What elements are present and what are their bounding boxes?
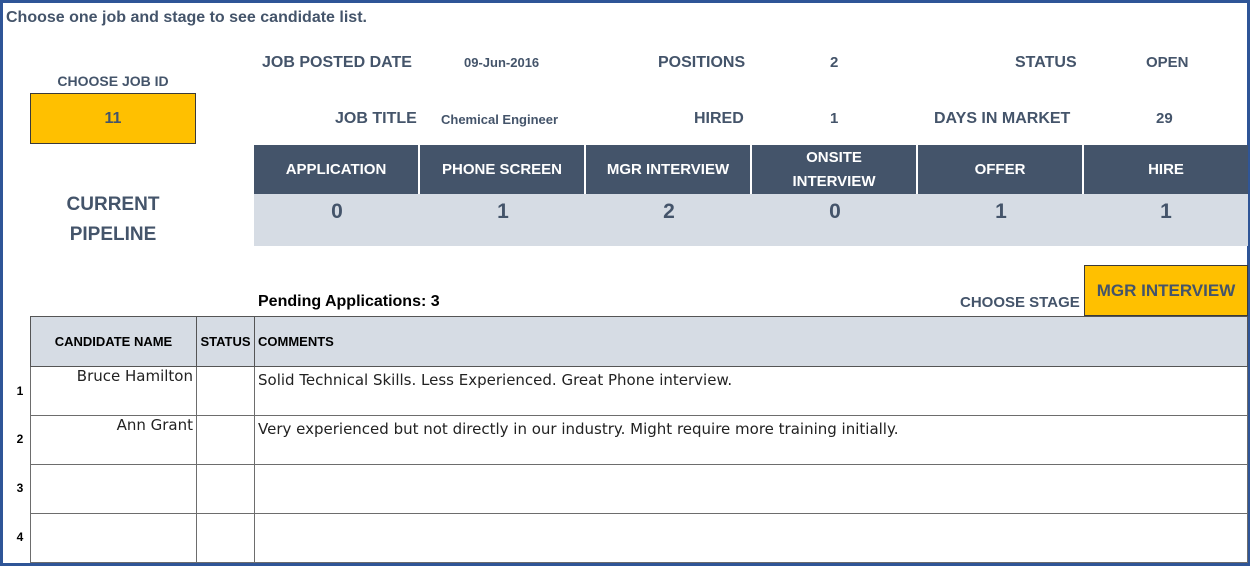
table-row	[30, 513, 1248, 563]
days-in-market-label: DAYS IN MARKET	[934, 110, 1071, 127]
choose-job-id-label: CHOOSE JOB ID	[57, 73, 169, 89]
row-number: 4	[16, 530, 24, 544]
pipeline-label-line2: PIPELINE	[69, 224, 157, 245]
table-row	[30, 464, 1248, 514]
job-id-dropdown[interactable]: 11	[30, 93, 196, 144]
row-number: 1	[16, 384, 24, 398]
candidate-status-cell[interactable]	[196, 366, 255, 416]
candidate-table: CANDIDATE NAME STATUS COMMENTS Bruce Ham…	[30, 316, 1248, 563]
stage-dropdown[interactable]: MGR INTERVIEW	[1084, 265, 1248, 316]
choose-stage-label: CHOOSE STAGE	[960, 294, 1080, 311]
job-posted-date-value: 09-Jun-2016	[464, 55, 540, 70]
candidate-comment-cell[interactable]	[254, 513, 1248, 563]
candidate-name-cell[interactable]	[30, 513, 197, 563]
stage-header-phone-screen: PHONE SCREEN	[420, 145, 584, 194]
stage-header-hire: HIRE	[1084, 145, 1248, 194]
job-title-label: JOB TITLE	[335, 110, 417, 127]
instruction-text: Choose one job and stage to see candidat…	[6, 9, 367, 26]
stage-count-offer: 1	[918, 194, 1084, 246]
job-posted-date-label: JOB POSTED DATE	[262, 54, 412, 71]
positions-value: 2	[830, 54, 839, 71]
current-pipeline-label: CURRENT PIPELINE	[30, 190, 196, 250]
candidate-comment-cell[interactable]	[254, 464, 1248, 514]
candidate-name-cell[interactable]: Bruce Hamilton	[30, 366, 197, 416]
job-title-value: Chemical Engineer	[441, 112, 559, 127]
column-header-status: STATUS	[196, 316, 255, 367]
stage-header-application: APPLICATION	[254, 145, 418, 194]
table-row: Bruce Hamilton Solid Technical Skills. L…	[30, 366, 1248, 416]
table-row: Ann Grant Very experienced but not direc…	[30, 415, 1248, 465]
hired-label: HIRED	[694, 110, 744, 127]
stage-header-onsite-interview: ONSITE INTERVIEW	[752, 145, 916, 194]
stage-count-phone-screen: 1	[420, 194, 586, 246]
pending-applications-label: Pending Applications: 3	[258, 293, 440, 310]
candidate-name-cell[interactable]	[30, 464, 197, 514]
candidate-status-cell[interactable]	[196, 513, 255, 563]
status-value: OPEN	[1146, 54, 1189, 71]
stage-count-application: 0	[254, 194, 420, 246]
row-number: 3	[16, 481, 24, 495]
column-header-comments: COMMENTS	[254, 316, 1248, 367]
stage-count-onsite-interview: 0	[752, 194, 918, 246]
column-header-candidate-name: CANDIDATE NAME	[30, 316, 197, 367]
pipeline-label-line1: CURRENT	[66, 194, 160, 215]
days-in-market-value: 29	[1156, 110, 1173, 127]
candidate-status-cell[interactable]	[196, 415, 255, 465]
candidate-table-header: CANDIDATE NAME STATUS COMMENTS	[30, 316, 1248, 367]
candidate-status-cell[interactable]	[196, 464, 255, 514]
stage-count-mgr-interview: 2	[586, 194, 752, 246]
stage-header-offer: OFFER	[918, 145, 1082, 194]
stage-count-hire: 1	[1084, 194, 1248, 246]
candidate-name-cell[interactable]: Ann Grant	[30, 415, 197, 465]
candidate-comment-cell[interactable]: Very experienced but not directly in our…	[254, 415, 1248, 465]
status-label: STATUS	[1015, 54, 1077, 71]
candidate-comment-cell[interactable]: Solid Technical Skills. Less Experienced…	[254, 366, 1248, 416]
stage-header-mgr-interview: MGR INTERVIEW	[586, 145, 750, 194]
row-number: 2	[16, 432, 24, 446]
hired-value: 1	[830, 110, 839, 127]
positions-label: POSITIONS	[658, 54, 746, 71]
